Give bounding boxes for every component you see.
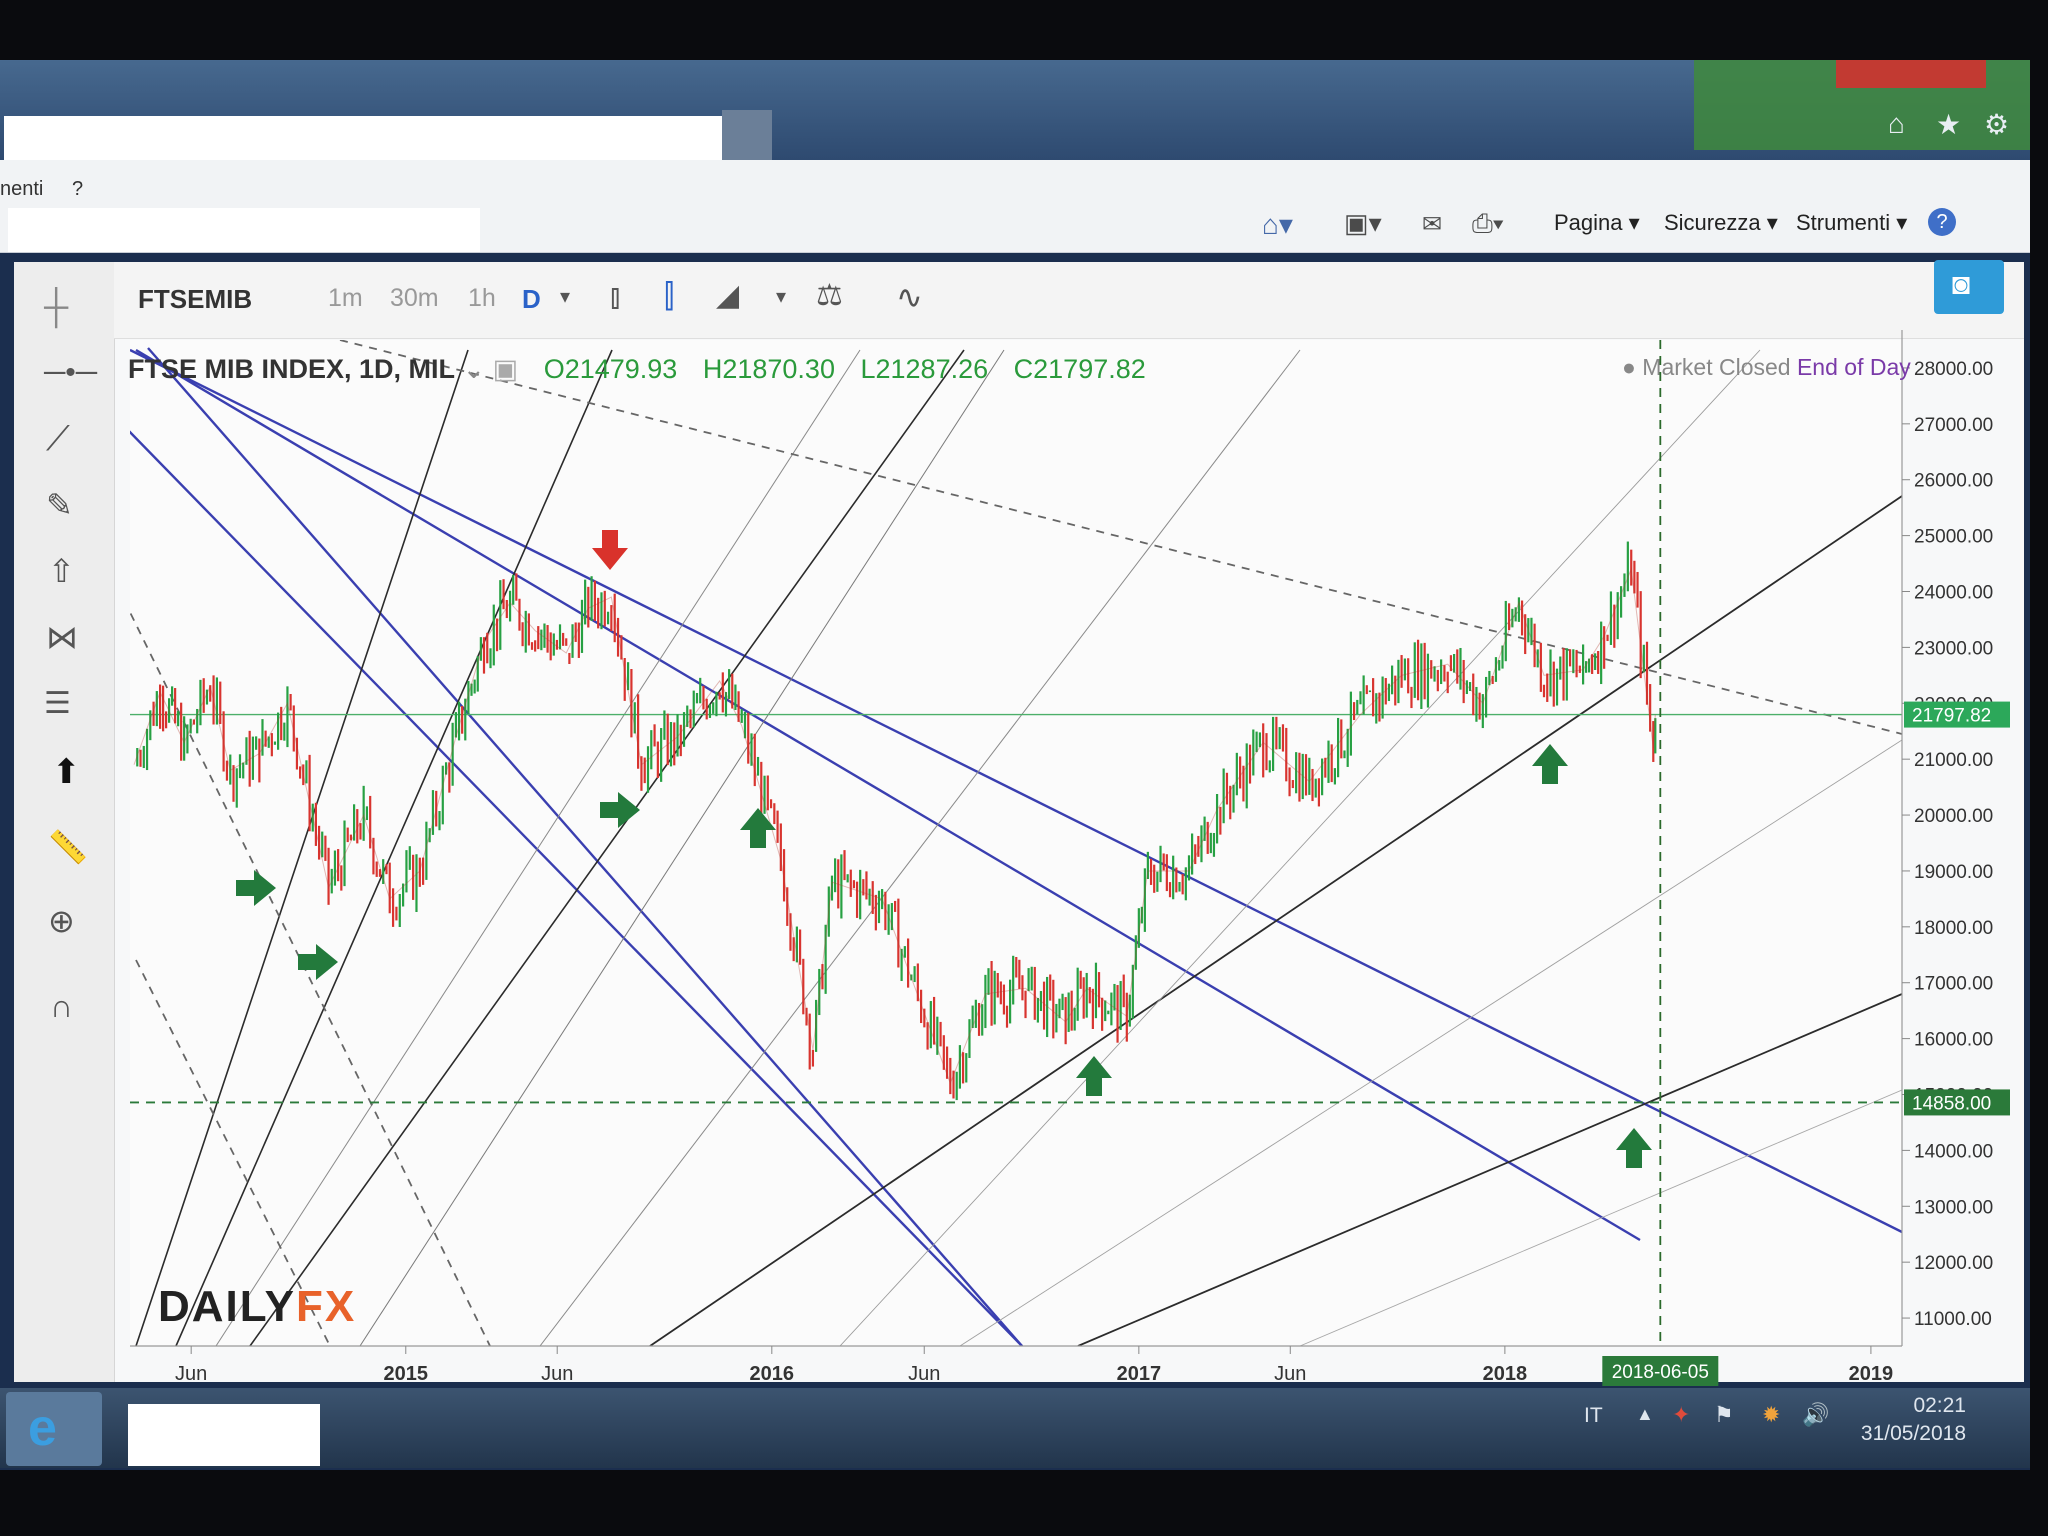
power-icon[interactable]: ✹ bbox=[1762, 1402, 1780, 1428]
clock-time[interactable]: 02:21 bbox=[1846, 1394, 1966, 1418]
legend-dropdown-icon[interactable]: ⌄ bbox=[463, 354, 493, 384]
tray-expand-icon[interactable]: ▲ bbox=[1636, 1404, 1654, 1425]
legend-high: H21870.30 bbox=[702, 354, 835, 384]
y-tick-label-10: 18000.00 bbox=[1914, 918, 1993, 939]
legend-settings-icon[interactable]: ▣ bbox=[493, 354, 519, 384]
dailyfx-logo: DAILYFX bbox=[158, 1282, 357, 1331]
x-tick-label-2: Jun bbox=[541, 1363, 573, 1385]
x-tick-label-4: Jun bbox=[908, 1363, 940, 1385]
language-indicator[interactable]: IT bbox=[1584, 1404, 1603, 1428]
y-tick-label-7: 21000.00 bbox=[1914, 750, 1993, 771]
legend-open: O21479.93 bbox=[543, 354, 678, 384]
ie-taskbar-button[interactable]: e bbox=[6, 1392, 102, 1466]
session-text: End of Day bbox=[1796, 354, 1911, 380]
x-tick-label-8: 2019 bbox=[1849, 1363, 1894, 1385]
x-tick-label-3: 2016 bbox=[750, 1363, 795, 1385]
taskbar-item-redacted[interactable] bbox=[128, 1404, 320, 1466]
market-status: ● Market Closed End of Day bbox=[1622, 354, 1911, 380]
y-tick-label-12: 16000.00 bbox=[1914, 1030, 1993, 1051]
market-status-text: Market Closed bbox=[1642, 354, 1791, 380]
action-center-flag-icon[interactable]: ⚑ bbox=[1714, 1402, 1734, 1428]
y-tick-label-14: 14000.00 bbox=[1914, 1141, 1993, 1162]
legend-close: C21797.82 bbox=[1013, 354, 1146, 384]
x-tick-label-5: 2017 bbox=[1117, 1363, 1162, 1385]
chart-legend: FTSE MIB INDEX, 1D, MIL ⌄ ▣ O21479.93 H2… bbox=[128, 354, 1146, 385]
x-tick-label-1: 2015 bbox=[384, 1363, 429, 1385]
y-tick-label-0: 28000.00 bbox=[1914, 359, 1993, 380]
price-tag-label-2: 14858.00 bbox=[1912, 1093, 1991, 1114]
y-tick-label-2: 26000.00 bbox=[1914, 471, 1993, 492]
y-tick-label-16: 12000.00 bbox=[1914, 1253, 1993, 1274]
volume-icon[interactable]: 🔊 bbox=[1802, 1402, 1829, 1428]
y-tick-label-15: 13000.00 bbox=[1914, 1197, 1993, 1218]
time-marker-label: 2018-06-05 bbox=[1612, 1362, 1709, 1383]
x-tick-label-6: Jun bbox=[1274, 1363, 1306, 1385]
x-tick-label-0: Jun bbox=[175, 1363, 207, 1385]
legend-low: L21287.26 bbox=[860, 354, 989, 384]
ie-icon: e bbox=[28, 1399, 57, 1457]
y-tick-label-5: 23000.00 bbox=[1914, 638, 1993, 659]
legend-title: FTSE MIB INDEX, 1D, MIL bbox=[128, 354, 456, 384]
y-tick-label-4: 24000.00 bbox=[1914, 583, 1993, 604]
screen: { "browser": { "menu_fragment": "nenti",… bbox=[0, 0, 2048, 1536]
network-icon[interactable]: ✦ bbox=[1672, 1402, 1690, 1428]
price-tag-label-1: 21797.82 bbox=[1912, 706, 1991, 727]
y-tick-label-17: 11000.00 bbox=[1914, 1309, 1992, 1330]
y-tick-label-9: 19000.00 bbox=[1914, 862, 1993, 883]
clock-date[interactable]: 31/05/2018 bbox=[1846, 1422, 1966, 1446]
y-tick-label-1: 27000.00 bbox=[1914, 415, 1993, 436]
y-tick-label-8: 20000.00 bbox=[1914, 806, 1993, 827]
x-tick-label-7: 2018 bbox=[1483, 1363, 1528, 1385]
y-tick-label-3: 25000.00 bbox=[1914, 527, 1993, 548]
y-tick-label-11: 17000.00 bbox=[1914, 974, 1993, 995]
